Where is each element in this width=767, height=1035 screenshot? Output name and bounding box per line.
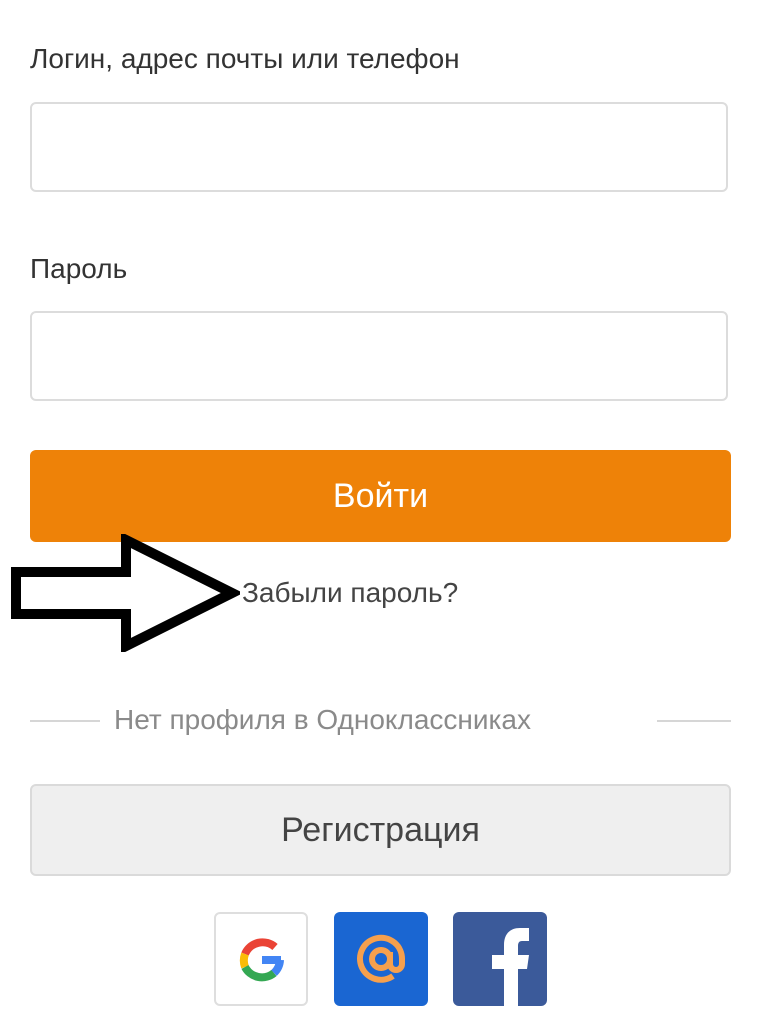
login-page: Логин, адрес почты или телефон Пароль Во… [0,0,767,1035]
facebook-login-button[interactable] [453,912,547,1006]
login-label: Логин, адрес почты или телефон [30,43,460,74]
arrow-right-icon [11,534,240,652]
divider-line-right [657,720,731,722]
login-input[interactable] [30,102,728,192]
no-profile-text: Нет профиля в Одноклассниках [114,704,531,735]
facebook-icon [492,928,529,1006]
divider-line-left [30,720,100,722]
login-button[interactable]: Войти [30,450,731,542]
password-input[interactable] [30,311,728,401]
google-login-button[interactable] [214,912,308,1006]
forgot-password-link[interactable]: Забыли пароль? [242,576,458,610]
at-sign-icon [357,934,406,983]
registration-divider: Нет профиля в Одноклассниках [30,700,731,740]
google-icon [239,938,284,982]
register-button[interactable]: Регистрация [30,784,731,876]
mail-login-button[interactable] [334,912,428,1006]
password-label: Пароль [30,253,128,284]
